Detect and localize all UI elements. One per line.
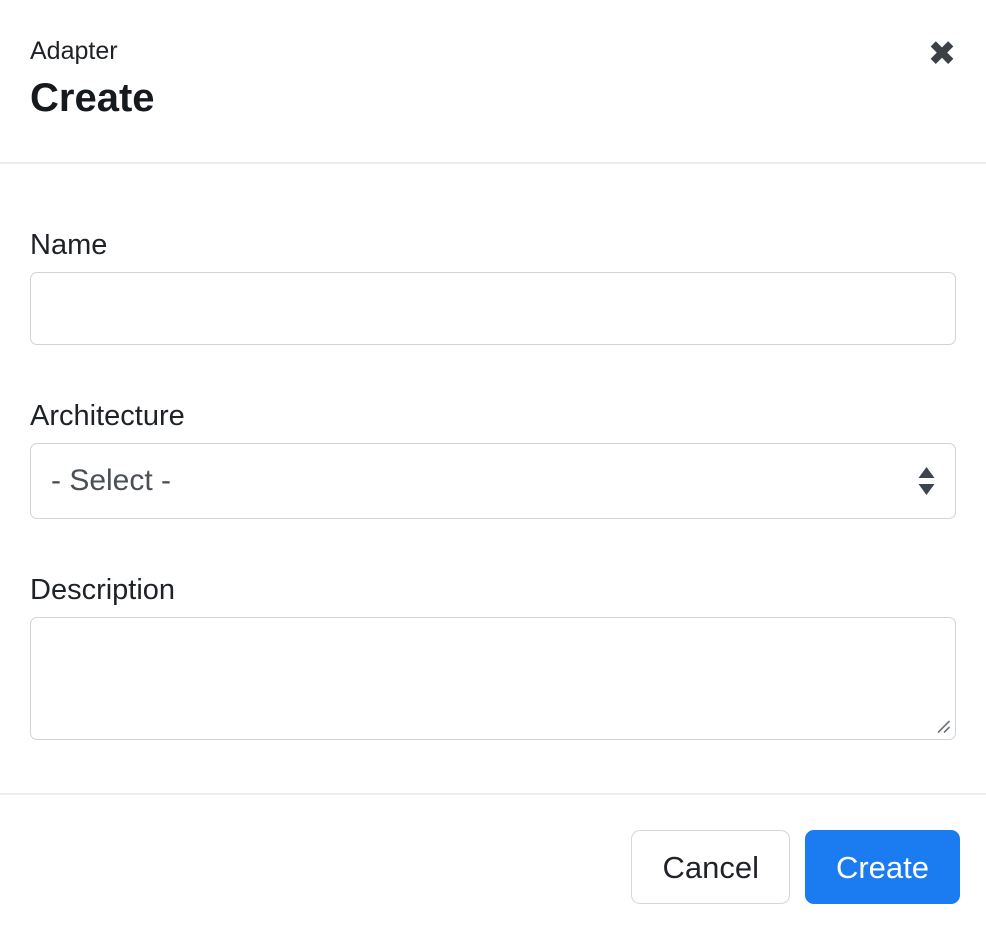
close-button[interactable]: ✖ (918, 30, 966, 78)
modal-body: Name Architecture - Select - Description (0, 164, 986, 793)
select-arrows-icon (918, 467, 935, 495)
modal-context-label: Adapter (30, 36, 956, 66)
name-label: Name (30, 228, 956, 262)
close-icon: ✖ (928, 35, 957, 73)
architecture-select[interactable]: - Select - (30, 443, 956, 519)
name-field-group: Name (30, 228, 956, 345)
description-textarea-wrap (30, 617, 956, 740)
name-input[interactable] (30, 272, 956, 345)
create-button[interactable]: Create (805, 830, 960, 904)
create-adapter-modal: Adapter Create ✖ Name Architecture - Sel… (0, 0, 986, 928)
cancel-button[interactable]: Cancel (631, 830, 790, 904)
architecture-select-value: - Select - (51, 464, 171, 498)
modal-header: Adapter Create ✖ (0, 0, 986, 164)
description-label: Description (30, 573, 956, 607)
resize-handle-icon[interactable] (935, 718, 951, 734)
architecture-field-group: Architecture - Select - (30, 399, 956, 519)
description-field-group: Description (30, 573, 956, 740)
modal-footer: Cancel Create (0, 793, 986, 928)
description-textarea[interactable] (30, 617, 956, 740)
modal-title: Create (30, 74, 956, 122)
architecture-label: Architecture (30, 399, 956, 433)
